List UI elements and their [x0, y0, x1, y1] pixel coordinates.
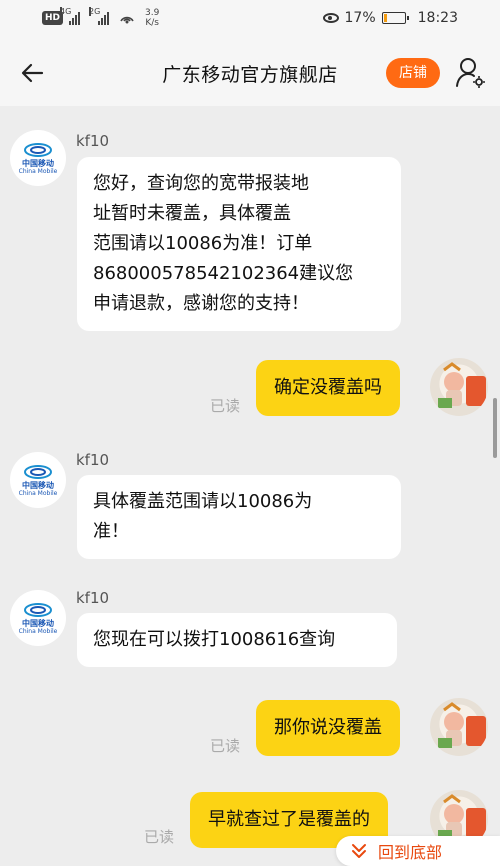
message-bubble[interactable]: 确定没覆盖吗 [256, 360, 400, 416]
message-line: 您现在可以拨打1008616查询 [93, 629, 336, 650]
cartoon-avatar-icon [438, 702, 486, 748]
read-status: 已读 [210, 397, 241, 415]
signal-4g-icon: 4G [60, 7, 81, 25]
scrollbar[interactable] [493, 398, 497, 458]
hotspot-icon [120, 16, 134, 24]
read-status: 已读 [144, 828, 175, 846]
message-line: 址暂时未覆盖，具体覆盖 [93, 203, 291, 224]
scroll-to-bottom-button[interactable]: 回到底部 [336, 836, 500, 866]
china-mobile-logo-icon [24, 464, 52, 479]
avatar-brand-en: China Mobile [18, 627, 58, 635]
user-avatar[interactable] [430, 698, 488, 756]
clock: 18:23 [417, 10, 458, 26]
sender-name: kf10 [76, 132, 110, 150]
sender-name: kf10 [76, 451, 110, 469]
message-bubble[interactable]: 您好，查询您的宽带报装地 址暂时未覆盖，具体覆盖 范围请以10086为准！订单 … [77, 157, 401, 331]
message-line: 准！ [93, 521, 129, 542]
user-avatar[interactable] [430, 358, 488, 416]
message-line: 申请退款，感谢您的支持！ [93, 293, 309, 314]
avatar-brand-cn: 中国移动 [22, 618, 54, 628]
chat-header: 广东移动官方旗舰店 店铺 [0, 40, 500, 106]
battery-percent: 17% [344, 10, 376, 26]
sender-name: kf10 [76, 589, 110, 607]
avatar-brand-en: China Mobile [18, 489, 58, 497]
network-speed: 3.9 K/s [145, 8, 160, 28]
battery-icon [381, 12, 409, 24]
read-status: 已读 [210, 737, 241, 755]
message-bubble[interactable]: 具体覆盖范围请以10086为 准！ [77, 475, 401, 559]
message-bubble[interactable]: 那你说没覆盖 [256, 700, 400, 756]
message-bubble[interactable]: 您现在可以拨打1008616查询 [77, 613, 397, 667]
user-settings-icon[interactable] [455, 56, 485, 88]
scroll-to-bottom-label: 回到底部 [378, 843, 443, 862]
agent-avatar[interactable]: 中国移动 China Mobile [10, 590, 66, 646]
cartoon-avatar-icon [438, 362, 486, 408]
eye-comfort-icon [322, 13, 339, 23]
avatar-brand-en: China Mobile [18, 167, 58, 175]
status-right: 17% 18:23 [322, 10, 458, 26]
china-mobile-logo-icon [24, 602, 52, 617]
double-chevron-down-icon [352, 844, 366, 858]
chat-area[interactable]: 中国移动 China Mobile kf10 您好，查询您的宽带报装地 址暂时未… [0, 106, 500, 866]
message-line: 868000578542102364建议您 [93, 263, 354, 284]
message-line: 您好，查询您的宽带报装地 [93, 173, 309, 194]
agent-avatar[interactable]: 中国移动 China Mobile [10, 452, 66, 508]
signal-2g-icon: 2G [89, 7, 110, 25]
message-line: 具体覆盖范围请以10086为 [93, 491, 313, 512]
avatar-brand-cn: 中国移动 [22, 480, 54, 490]
agent-avatar[interactable]: 中国移动 China Mobile [10, 130, 66, 186]
avatar-brand-cn: 中国移动 [22, 158, 54, 168]
shop-button[interactable]: 店铺 [386, 58, 440, 88]
status-bar: HD 4G 2G 3.9 K/s 17% 18:23 [0, 0, 500, 40]
message-line: 范围请以10086为准！订单 [93, 233, 313, 254]
status-left: HD 4G 2G 3.9 K/s [42, 7, 160, 28]
china-mobile-logo-icon [24, 142, 52, 157]
